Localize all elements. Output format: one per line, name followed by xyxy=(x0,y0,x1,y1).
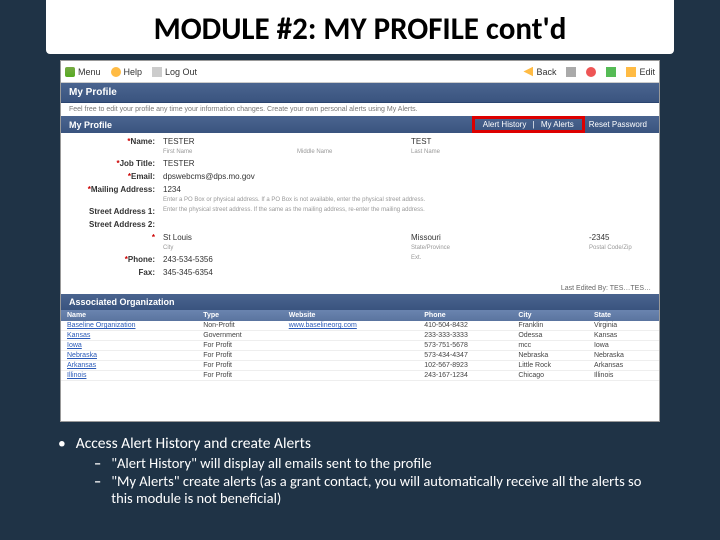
bullet-level2: –"Alert History" will display all emails… xyxy=(58,455,662,473)
subheader-title: My Profile xyxy=(69,120,112,130)
help-button[interactable]: Help xyxy=(111,67,143,77)
table-row[interactable]: IllinoisFor Profit243-167-1234ChicagoIll… xyxy=(61,371,659,381)
my-alerts-link[interactable]: My Alerts xyxy=(537,119,578,130)
reset-password-link[interactable]: Reset Password xyxy=(585,119,651,130)
table-row[interactable]: NebraskaFor Profit573-434-4347NebraskaNe… xyxy=(61,351,659,361)
phone-value: 243-534-5356 xyxy=(163,255,293,264)
edit-icon xyxy=(626,67,636,77)
org-section-header: Associated Organization xyxy=(61,294,659,310)
print-icon xyxy=(566,67,576,77)
street1-hint: Enter the physical street address. If th… xyxy=(163,207,651,213)
city-value: St Louis xyxy=(163,233,192,242)
table-row[interactable]: Baseline OrganizationNon-Profitwww.basel… xyxy=(61,321,659,331)
phone-label: *Phone: xyxy=(69,255,159,264)
zip-value: -2345 xyxy=(589,233,609,242)
alert-history-link[interactable]: Alert History xyxy=(479,119,531,130)
street1-label: Street Address 1: xyxy=(69,207,159,216)
org-table: NameTypeWebsite PhoneCityState Baseline … xyxy=(61,310,659,381)
table-row[interactable]: KansasGovernment233-333-3333OdessaKansas xyxy=(61,331,659,341)
name-label: *Name: xyxy=(69,137,159,146)
last-name-value: TEST xyxy=(411,137,431,146)
email-label: *Email: xyxy=(69,172,159,181)
fax-label: Fax: xyxy=(69,268,159,277)
title-value: TESTER xyxy=(163,159,651,168)
table-row[interactable]: IowaFor Profit573-751-5678mccIowa xyxy=(61,341,659,351)
page-banner: My Profile xyxy=(61,83,659,103)
org-table-header: NameTypeWebsite PhoneCityState xyxy=(61,310,659,321)
print-button[interactable] xyxy=(566,67,576,77)
last-edited: Last Edited By: TES…TES… xyxy=(61,281,659,294)
back-button[interactable]: Back xyxy=(523,67,556,77)
help-icon xyxy=(111,67,121,77)
alert-links-highlight: Alert History | My Alerts xyxy=(472,116,585,133)
save-icon xyxy=(606,67,616,77)
logout-button[interactable]: Log Out xyxy=(152,67,197,77)
back-icon xyxy=(523,67,533,77)
title-label: *Job Title: xyxy=(69,159,159,168)
delete-button[interactable] xyxy=(586,67,596,77)
profile-subheader: My Profile Alert History | My Alerts Res… xyxy=(61,116,659,133)
state-value: Missouri xyxy=(411,233,441,242)
app-toolbar: Menu Help Log Out Back Edit xyxy=(61,61,659,83)
fax-value: 345-345-6354 xyxy=(163,268,651,277)
slide-title: MODULE #2: MY PROFILE cont'd xyxy=(46,0,674,54)
logout-icon xyxy=(152,67,162,77)
table-row[interactable]: ArkansasFor Profit102-567-8923Little Roc… xyxy=(61,361,659,371)
profile-form: *Name: TESTERFirst Name Middle Name TEST… xyxy=(61,133,659,277)
save-button[interactable] xyxy=(606,67,616,77)
profile-screenshot: Menu Help Log Out Back Edit My Profile F… xyxy=(60,60,660,422)
delete-icon xyxy=(586,67,596,77)
edit-button[interactable]: Edit xyxy=(626,67,655,77)
bullet-list: •Access Alert History and create Alerts … xyxy=(0,422,720,508)
street2-label: Street Address 2: xyxy=(69,220,159,229)
first-name-value: TESTER xyxy=(163,137,195,146)
menu-button[interactable]: Menu xyxy=(65,67,101,77)
email-value: dpswebcms@dps.mo.gov xyxy=(163,172,651,181)
page-description: Feel free to edit your profile any time … xyxy=(61,103,659,116)
bullet-level2: –"My Alerts" create alerts (as a grant c… xyxy=(58,473,662,508)
mailing-value: 1234 xyxy=(163,185,181,194)
mailing-label: *Mailing Address: xyxy=(69,185,159,194)
menu-icon xyxy=(65,67,75,77)
bullet-level1: •Access Alert History and create Alerts xyxy=(58,434,662,453)
subheader-links: Alert History | My Alerts Reset Password xyxy=(472,119,651,130)
